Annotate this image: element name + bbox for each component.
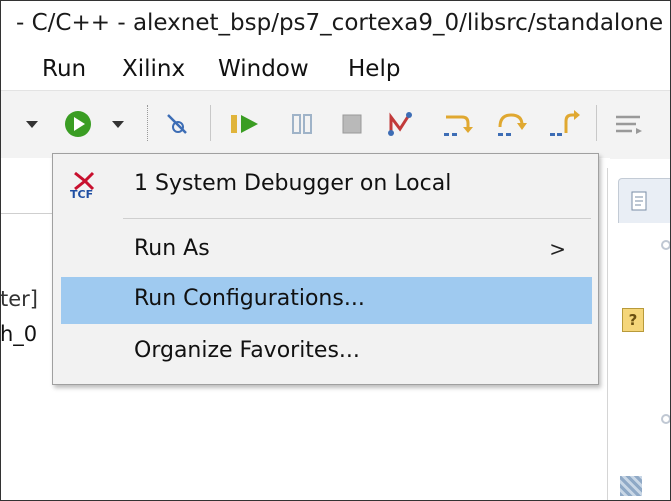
- skip-breakpoints-icon[interactable]: [162, 109, 192, 139]
- menu-separator: [123, 218, 591, 219]
- menu-help[interactable]: Help: [348, 56, 400, 82]
- menu-item-run-configurations[interactable]: Run Configurations...: [61, 277, 592, 324]
- chevron-right-icon: >: [549, 237, 566, 261]
- dropdown-arrow-icon[interactable]: [24, 109, 40, 139]
- tree-text-fragment: h_0: [0, 322, 38, 346]
- menu-item-run-as[interactable]: Run As >: [61, 227, 592, 274]
- menu-run[interactable]: Run: [42, 56, 86, 82]
- toolbar-separator: [596, 105, 597, 141]
- menu-item-label: Run Configurations...: [134, 286, 365, 311]
- document-icon: [631, 191, 647, 211]
- toolbar-separator: [147, 105, 149, 141]
- grid-icon: [620, 476, 642, 496]
- disconnect-icon[interactable]: [385, 109, 415, 139]
- menu-item-label: 1 System Debugger on Local: [134, 171, 452, 196]
- step-into-icon[interactable]: [440, 109, 474, 139]
- window-title: - C/C++ - alexnet_bsp/ps7_cortexa9_0/lib…: [16, 10, 664, 36]
- outline-tab[interactable]: [618, 178, 671, 223]
- menu-item-organize-favorites[interactable]: Organize Favorites...: [61, 329, 592, 376]
- menu-window[interactable]: Window: [218, 56, 309, 82]
- toolbar-separator: [210, 105, 211, 141]
- toolbar: [0, 90, 671, 159]
- tree-text-fragment: ter]: [0, 287, 38, 311]
- resume-icon[interactable]: [228, 109, 262, 139]
- terminate-icon[interactable]: [338, 109, 366, 139]
- step-over-icon[interactable]: [494, 109, 528, 139]
- circle-icon: [661, 414, 671, 424]
- help-icon[interactable]: ?: [622, 308, 644, 332]
- menu-item-label: Run As: [134, 236, 210, 261]
- menu-item-system-debugger[interactable]: TCF 1 System Debugger on Local: [61, 162, 592, 209]
- menu-bar: Run Xilinx Window Help: [0, 48, 671, 90]
- word-wrap-icon[interactable]: [612, 109, 646, 139]
- run-dropdown-menu: TCF 1 System Debugger on Local Run As > …: [52, 153, 599, 385]
- tcf-icon-label: TCF: [70, 188, 94, 201]
- circle-icon: [661, 240, 671, 250]
- menu-item-label: Organize Favorites...: [134, 338, 360, 363]
- run-dropdown-arrow-icon[interactable]: [110, 109, 126, 139]
- run-icon[interactable]: [62, 109, 94, 139]
- suspend-icon[interactable]: [288, 109, 316, 139]
- title-bar: - C/C++ - alexnet_bsp/ps7_cortexa9_0/lib…: [0, 0, 671, 48]
- menu-xilinx[interactable]: Xilinx: [122, 56, 185, 82]
- step-return-icon[interactable]: [548, 109, 582, 139]
